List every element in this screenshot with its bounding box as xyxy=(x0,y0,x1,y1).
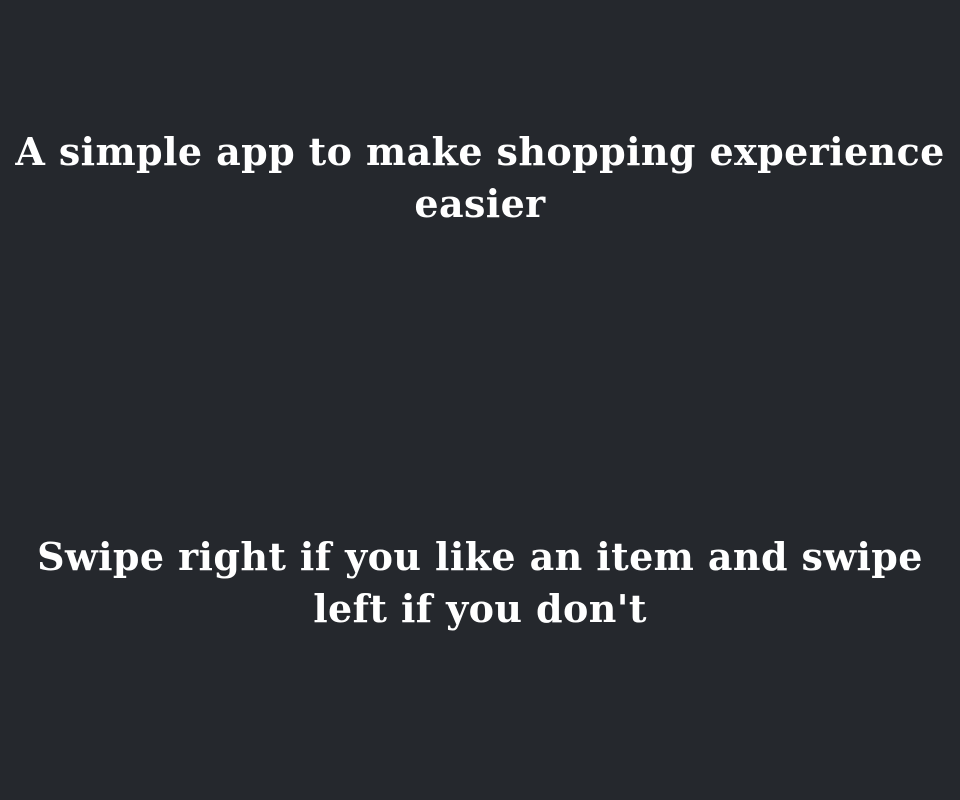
onboarding-screen: A simple app to make shopping experience… xyxy=(0,0,960,800)
tagline-line-2: easier xyxy=(414,181,546,226)
instruction-line-2: left if you don't xyxy=(313,586,647,631)
tagline-line-1: A simple app to make shopping experience xyxy=(15,129,945,174)
instruction-line-1: Swipe right if you like an item and swip… xyxy=(37,534,923,579)
swipe-instruction: Swipe right if you like an item and swip… xyxy=(0,531,960,635)
app-tagline: A simple app to make shopping experience… xyxy=(0,126,960,230)
